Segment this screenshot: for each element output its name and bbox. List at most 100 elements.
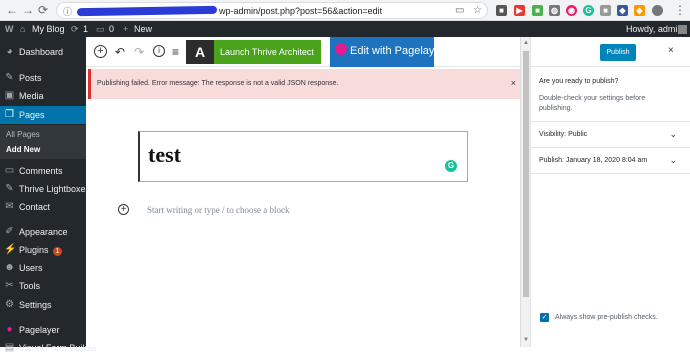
howdy-greeting[interactable]: Howdy, admin — [626, 24, 682, 34]
envelope-icon: ✉ — [5, 201, 14, 212]
browser-chrome: ← → ⟳ ⓘ wp-admin/post.php?post=56&action… — [0, 0, 690, 21]
sidebar-item-users[interactable]: ☻ Users — [0, 259, 86, 277]
undo-icon[interactable]: ↶ — [115, 45, 125, 59]
sidebar-item-settings[interactable]: ⚙ Settings — [0, 296, 86, 314]
sidebar-item-posts[interactable]: ✎ Posts — [0, 69, 86, 87]
avatar[interactable] — [678, 25, 687, 34]
plugins-label: Plugins — [19, 245, 49, 255]
editor-scrollbar[interactable]: ▲ ▼ — [520, 37, 530, 347]
visibility-row[interactable]: Visibility: Public ⌄ — [531, 121, 690, 147]
extension-icon[interactable]: ■ — [600, 5, 611, 16]
sidebar-item-pagelayer[interactable]: ● Pagelayer — [0, 321, 86, 339]
updates-icon[interactable]: ⟳ — [71, 24, 79, 35]
post-title-text: test — [148, 142, 181, 167]
redo-icon[interactable]: ↷ — [134, 45, 144, 59]
profile-avatar-icon[interactable] — [652, 5, 663, 16]
sidebar-item-label: Pagelayer — [19, 325, 60, 335]
block-placeholder[interactable]: Start writing or type / to choose a bloc… — [147, 205, 289, 215]
dismiss-notice-icon[interactable]: × — [511, 78, 516, 88]
thrive-logo-icon: A — [186, 40, 214, 64]
cast-icon[interactable]: ▭ — [455, 5, 464, 16]
inserter-plus-icon[interactable]: + — [118, 204, 129, 215]
extension-icon[interactable]: ■ — [532, 5, 543, 16]
grammarly-icon[interactable]: G — [445, 160, 457, 172]
comments-count: 0 — [109, 24, 115, 34]
publish-button[interactable]: Publish — [600, 44, 636, 61]
sidebar-item-label: Contact — [19, 202, 51, 212]
publish-date-label: Publish: — [539, 157, 564, 164]
comment-icon[interactable]: ▭ — [96, 24, 105, 35]
sidebar-item-label: Thrive Lightboxes — [19, 184, 91, 194]
forward-arrow-icon[interactable]: → — [22, 4, 34, 16]
post-title-field[interactable]: test G — [138, 131, 468, 182]
pagelayer-button-label: Edit with Pagelayer — [350, 45, 445, 57]
pagelayer-icon: ● — [6, 324, 13, 335]
updates-count: 1 — [83, 24, 89, 34]
sidebar-item-contact[interactable]: ✉ Contact — [0, 198, 86, 216]
sidebar-item-visual-form-builder[interactable]: ▤ Visual Form Builder — [0, 339, 98, 357]
edit-with-pagelayer-button[interactable]: Edit with Pagelayer — [330, 37, 444, 67]
extension-icon[interactable]: ◆ — [617, 5, 628, 16]
star-icon[interactable]: ☆ — [473, 5, 482, 16]
sidebar-item-appearance[interactable]: ✐ Appearance — [0, 223, 86, 241]
dashboard-icon: ◕ — [6, 46, 13, 57]
sidebar-item-label: Appearance — [19, 227, 68, 237]
more-menu-icon[interactable]: ⋮ — [674, 4, 686, 16]
reload-icon[interactable]: ⟳ — [38, 4, 48, 16]
site-name-link[interactable]: My Blog — [32, 24, 65, 34]
add-block-icon[interactable]: + — [94, 45, 107, 58]
pin-icon: ✎ — [5, 72, 14, 83]
sidebar-item-plugins[interactable]: ⚡ Plugins 1 — [0, 241, 86, 259]
thrive-button-label: Launch Thrive Architect — [220, 47, 314, 57]
media-icon: ▣ — [4, 90, 15, 101]
extension-icon[interactable]: ◍ — [549, 5, 560, 16]
error-notice: Publishing failed. Error message: The re… — [88, 69, 524, 99]
info-icon[interactable]: i — [153, 45, 165, 57]
sidebar-item-label: Plugins 1 — [19, 245, 63, 256]
close-panel-icon[interactable]: × — [668, 45, 674, 56]
prepublish-checkbox[interactable]: ✓ — [540, 313, 549, 322]
new-link[interactable]: New — [134, 24, 152, 34]
sidebar-item-comments[interactable]: ▭ Comments — [0, 162, 86, 180]
address-bar[interactable]: ⓘ wp-admin/post.php?post=56&action=edit … — [56, 2, 488, 19]
chevron-down-icon: ⌄ — [669, 129, 677, 139]
scroll-down-icon[interactable]: ▼ — [523, 337, 529, 343]
list-view-icon[interactable]: ≡ — [172, 45, 179, 59]
sidebar-item-label: Media — [19, 91, 44, 101]
panel-header: Publish × — [531, 37, 690, 67]
sidebar-item-label: Settings — [19, 300, 52, 310]
extension-icon[interactable]: ◆ — [634, 5, 645, 16]
publish-date-text: Publish: January 18, 2020 8:04 am — [539, 157, 647, 164]
extension-icon[interactable]: ■ — [496, 5, 507, 16]
sidebar-item-media[interactable]: ▣ Media — [0, 87, 86, 105]
submenu-add-new[interactable]: Add New — [6, 145, 40, 154]
divider — [531, 173, 690, 174]
sidebar-item-dashboard[interactable]: ◕ Dashboard — [0, 43, 86, 61]
publish-date-row[interactable]: Publish: January 18, 2020 8:04 am ⌄ — [531, 147, 690, 173]
error-notice-text: Publishing failed. Error message: The re… — [97, 80, 339, 87]
sidebar-item-tools[interactable]: ✂ Tools — [0, 277, 86, 295]
plugins-update-badge: 1 — [52, 247, 63, 256]
home-icon: ⌂ — [20, 24, 26, 34]
sidebar-item-pages[interactable]: ❐ Pages — [0, 106, 86, 124]
plug-icon: ⚡ — [4, 244, 17, 255]
back-arrow-icon[interactable]: ← — [6, 4, 18, 16]
launch-thrive-architect-button[interactable]: A Launch Thrive Architect — [186, 40, 321, 64]
wordpress-logo-icon[interactable]: W — [5, 24, 14, 34]
submenu-all-pages[interactable]: All Pages — [6, 130, 40, 139]
grammarly-extension-icon[interactable]: G — [583, 5, 594, 16]
extension-icon[interactable]: ◉ — [566, 5, 577, 16]
pin-icon: ✎ — [5, 183, 14, 194]
url-text: wp-admin/post.php?post=56&action=edit — [219, 6, 383, 16]
plus-icon[interactable]: + — [123, 24, 128, 34]
sidebar-item-label: Users — [19, 263, 43, 273]
wrench-icon: ✂ — [5, 280, 14, 291]
block-editor: + ↶ ↷ i ≡ A Launch Thrive Architect Edit… — [86, 37, 530, 347]
sidebar-item-thrive-lightboxes[interactable]: ✎ Thrive Lightboxes — [0, 180, 90, 198]
scrollbar-thumb[interactable] — [523, 51, 529, 297]
extension-icon[interactable]: ▶ — [514, 5, 525, 16]
scroll-up-icon[interactable]: ▲ — [523, 40, 529, 46]
visibility-value: Public — [568, 131, 588, 138]
pages-icon: ❐ — [5, 109, 14, 120]
sidebar-item-label: Dashboard — [19, 47, 64, 57]
